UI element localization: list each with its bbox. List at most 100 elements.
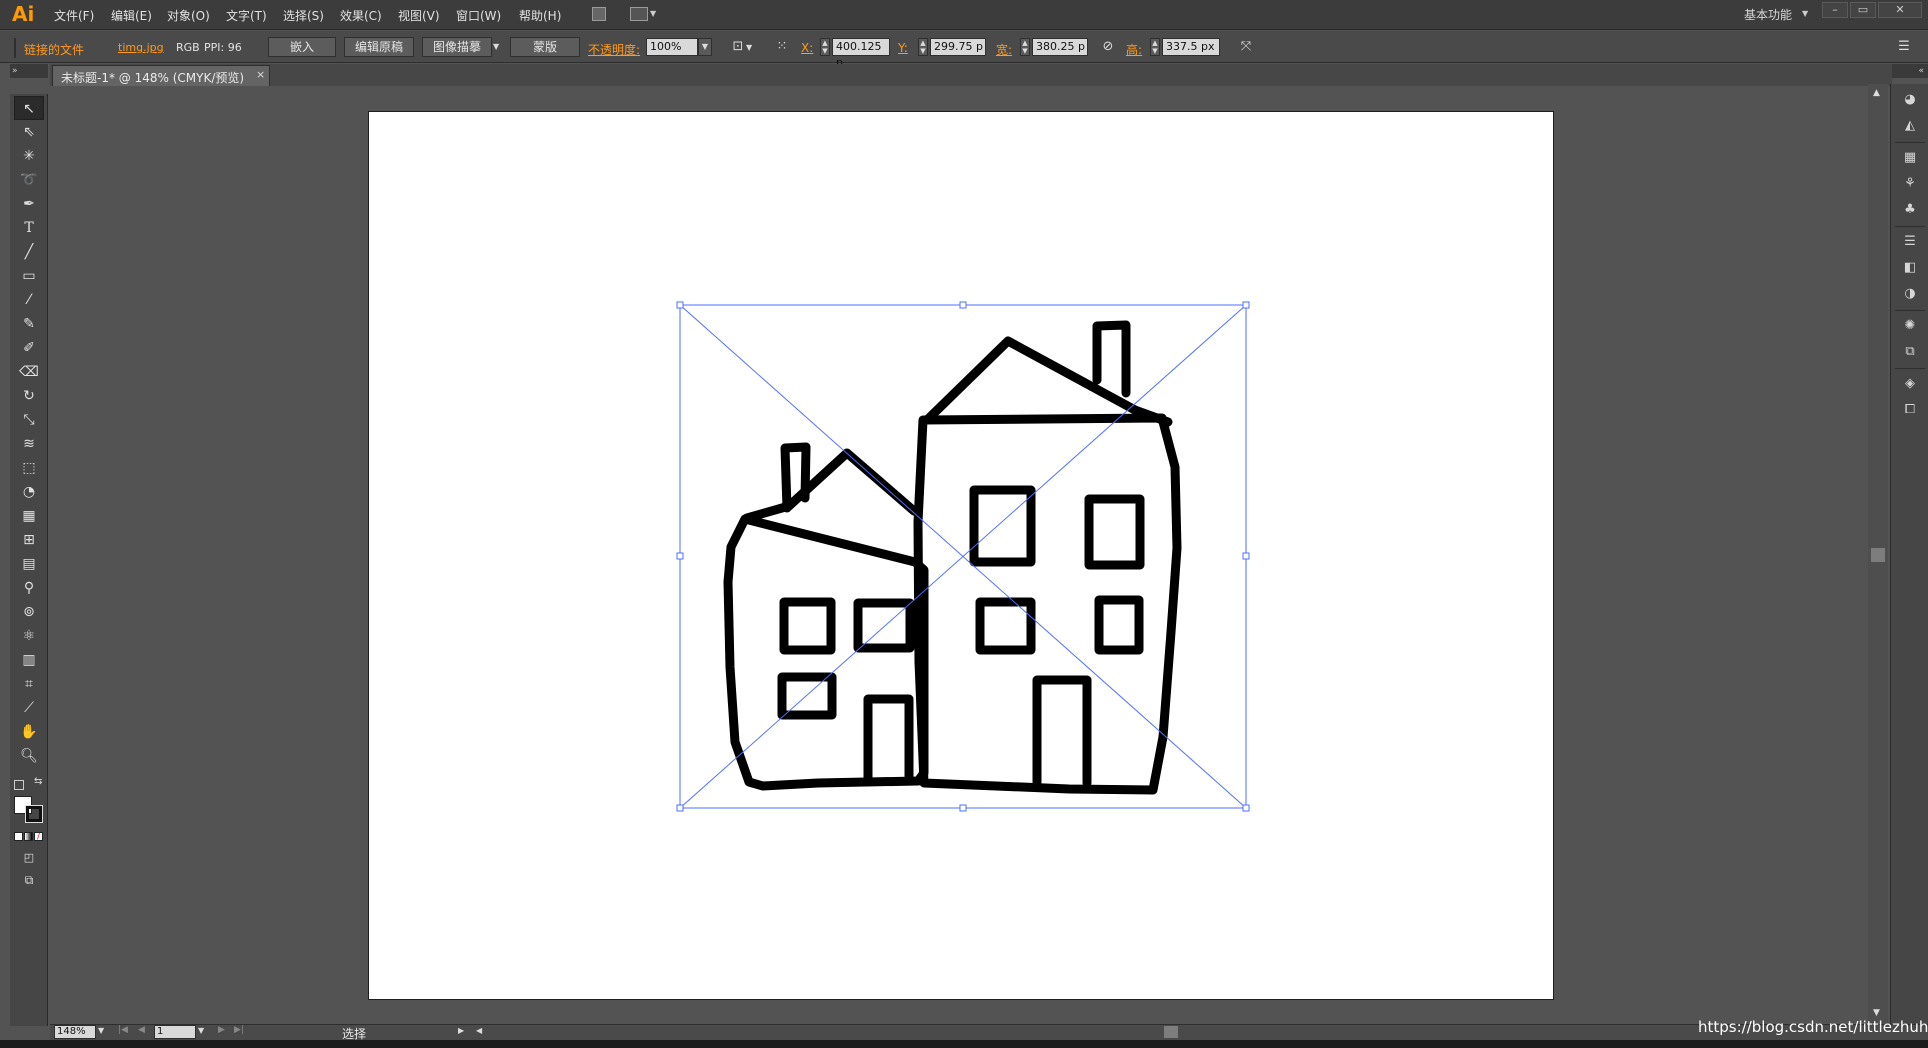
- document-tab[interactable]: 未标题-1* @ 148% (CMYK/预览) ×: [52, 65, 270, 86]
- edit-original-button[interactable]: 编辑原稿: [344, 37, 414, 57]
- menu-object[interactable]: 对象(O): [167, 7, 210, 24]
- scale-tool-icon[interactable]: ⤡: [14, 408, 44, 432]
- pencil-tool-icon[interactable]: ✎: [14, 312, 44, 336]
- menu-edit[interactable]: 编辑(E): [111, 7, 152, 24]
- horizontal-scroll-thumb[interactable]: [1164, 1026, 1178, 1038]
- vertical-scroll-thumb[interactable]: [1871, 548, 1885, 562]
- paintbrush-tool-icon[interactable]: ⁄: [14, 288, 44, 312]
- workspace-switcher[interactable]: 基本功能: [1744, 6, 1792, 23]
- y-label[interactable]: Y:: [898, 41, 908, 55]
- height-label[interactable]: 高:: [1126, 41, 1142, 58]
- artboard-tool-icon[interactable]: ⌗: [14, 672, 44, 696]
- linked-file-label[interactable]: 链接的文件: [24, 41, 84, 58]
- layers-panel-icon[interactable]: ◈: [1900, 374, 1920, 394]
- gradient-mode-icon[interactable]: [24, 832, 33, 841]
- transform-mode-chevron-icon[interactable]: ▼: [746, 43, 752, 52]
- panels-collapse-icon[interactable]: «: [1892, 64, 1928, 78]
- eyedropper-tool-icon[interactable]: ⚲: [14, 576, 44, 600]
- next-artboard-icon[interactable]: ▶: [218, 1025, 225, 1035]
- opacity-dropdown-icon[interactable]: ▼: [698, 38, 712, 56]
- filename-link[interactable]: timg.jpg: [118, 41, 164, 54]
- color-mode-icon[interactable]: [14, 832, 23, 841]
- none-mode-icon[interactable]: /: [34, 832, 43, 841]
- graphic-styles-panel-icon[interactable]: ⧉: [1900, 342, 1920, 362]
- reference-point-icon[interactable]: ⁙: [774, 39, 790, 55]
- scroll-down-icon[interactable]: ▼: [1873, 1008, 1880, 1018]
- transform-mode-icon[interactable]: ⊡: [730, 39, 746, 55]
- perspective-grid-tool-icon[interactable]: ▦: [14, 504, 44, 528]
- magic-wand-tool-icon[interactable]: ✳: [14, 144, 44, 168]
- menu-window[interactable]: 窗口(W): [456, 7, 501, 24]
- width-label[interactable]: 宽:: [996, 41, 1012, 58]
- image-trace-dropdown-icon[interactable]: ▼: [493, 42, 499, 51]
- chevron-down-icon[interactable]: ▼: [650, 9, 656, 18]
- symbol-sprayer-tool-icon[interactable]: ⚛: [14, 624, 44, 648]
- zoom-tool-icon[interactable]: 🔍︎: [14, 744, 44, 768]
- brushes-panel-icon[interactable]: ⚘: [1900, 174, 1920, 194]
- zoom-dropdown-icon[interactable]: ▼: [98, 1026, 104, 1035]
- screen-mode-icon[interactable]: ⧉: [14, 868, 44, 892]
- first-artboard-icon[interactable]: |◀: [118, 1025, 128, 1035]
- swap-colors-icon[interactable]: ⇆: [34, 776, 42, 787]
- constrain-proportions-icon[interactable]: ⊘: [1100, 39, 1116, 55]
- column-graph-tool-icon[interactable]: ▥: [14, 648, 44, 672]
- blob-brush-tool-icon[interactable]: ✐: [14, 336, 44, 360]
- scroll-left-icon[interactable]: ◀: [476, 1026, 482, 1035]
- x-stepper[interactable]: ▲ ▼: [820, 38, 830, 56]
- menu-effect[interactable]: 效果(C): [340, 7, 382, 24]
- control-bar-grip[interactable]: [14, 38, 16, 58]
- menu-type[interactable]: 文字(T): [226, 7, 267, 24]
- close-tab-icon[interactable]: ×: [256, 68, 265, 81]
- x-label[interactable]: X:: [801, 41, 813, 55]
- type-tool-icon[interactable]: T: [14, 216, 44, 240]
- symbols-panel-icon[interactable]: ♣: [1900, 200, 1920, 220]
- restore-button[interactable]: ▭: [1850, 2, 1876, 18]
- pen-tool-icon[interactable]: ✒: [14, 192, 44, 216]
- menu-view[interactable]: 视图(V): [398, 7, 440, 24]
- toolbox-collapse-icon[interactable]: »: [10, 64, 48, 78]
- workspace-chevron-icon[interactable]: ▼: [1802, 9, 1808, 18]
- x-input[interactable]: 400.125 p: [832, 38, 890, 69]
- transform-options-icon[interactable]: ⤧: [1238, 39, 1254, 55]
- lasso-tool-icon[interactable]: ➰: [14, 168, 44, 192]
- rotate-tool-icon[interactable]: ↻: [14, 384, 44, 408]
- blend-tool-icon[interactable]: ⊚: [14, 600, 44, 624]
- previous-artboard-icon[interactable]: ◀: [138, 1025, 145, 1035]
- mask-button[interactable]: 蒙版: [510, 37, 580, 57]
- gradient-tool-icon[interactable]: ▤: [14, 552, 44, 576]
- menu-select[interactable]: 选择(S): [283, 7, 324, 24]
- mesh-tool-icon[interactable]: ⊞: [14, 528, 44, 552]
- close-window-button[interactable]: ✕: [1878, 2, 1922, 18]
- direct-selection-tool-icon[interactable]: ⇖: [14, 120, 44, 144]
- artboards-panel-icon[interactable]: ⧠: [1900, 400, 1920, 420]
- slice-tool-icon[interactable]: ⟋: [14, 696, 44, 720]
- embed-button[interactable]: 嵌入: [268, 37, 336, 57]
- artboard-number-input[interactable]: 1: [154, 1025, 196, 1039]
- arrange-documents-icon[interactable]: [630, 7, 648, 21]
- stroke-panel-icon[interactable]: ☰: [1900, 232, 1920, 252]
- zoom-input[interactable]: 148%: [54, 1025, 96, 1039]
- vertical-scrollbar[interactable]: ▲ ▼: [1868, 84, 1888, 1024]
- opacity-input[interactable]: 100%: [646, 38, 698, 56]
- default-colors-icon[interactable]: [14, 780, 24, 790]
- color-panel-icon[interactable]: ◕: [1900, 90, 1920, 110]
- y-stepper[interactable]: ▲ ▼: [918, 38, 928, 56]
- menu-help[interactable]: 帮助(H): [519, 7, 561, 24]
- width-tool-icon[interactable]: ≋: [14, 432, 44, 456]
- image-trace-button[interactable]: 图像描摹: [422, 37, 492, 57]
- selection-tool-icon[interactable]: ↖: [14, 96, 44, 120]
- width-stepper[interactable]: ▲ ▼: [1020, 38, 1030, 56]
- last-artboard-icon[interactable]: ▶|: [234, 1025, 244, 1035]
- bridge-icon[interactable]: [592, 7, 606, 21]
- artboard[interactable]: [368, 111, 1554, 1000]
- draw-mode-icon[interactable]: ◰: [14, 846, 44, 870]
- hand-tool-icon[interactable]: ✋: [14, 720, 44, 744]
- minimize-button[interactable]: –: [1822, 2, 1848, 18]
- swatches-panel-icon[interactable]: ▦: [1900, 148, 1920, 168]
- color-guide-panel-icon[interactable]: ◭: [1900, 116, 1920, 136]
- free-transform-tool-icon[interactable]: ⬚: [14, 456, 44, 480]
- scroll-up-icon[interactable]: ▲: [1873, 88, 1880, 98]
- appearance-panel-icon[interactable]: ✺: [1900, 316, 1920, 336]
- menu-file[interactable]: 文件(F): [54, 7, 94, 24]
- transparency-panel-icon[interactable]: ◑: [1900, 284, 1920, 304]
